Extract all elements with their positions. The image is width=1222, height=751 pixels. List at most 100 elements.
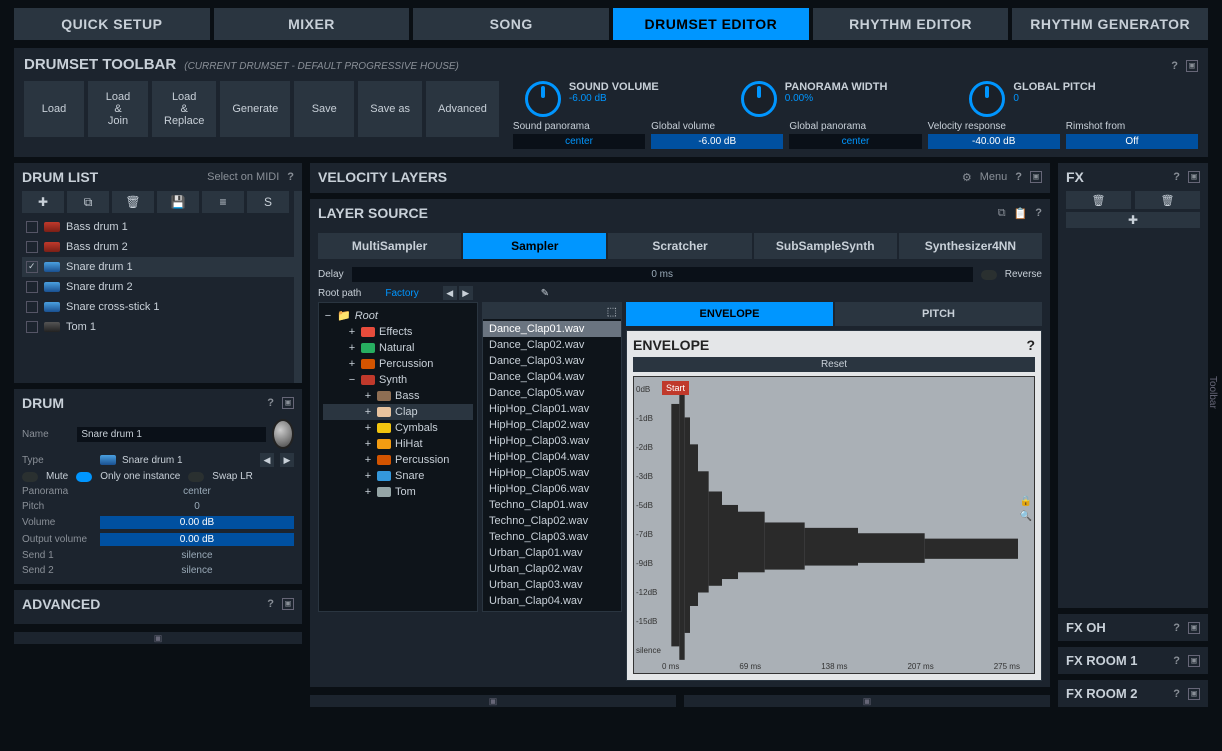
checkbox[interactable] [26,221,38,233]
row-value[interactable]: center [100,486,294,497]
tab-drumset-editor[interactable]: DRUMSET EDITOR [613,8,809,40]
tree-folder[interactable]: +Effects [323,324,473,340]
help-icon[interactable]: ? [1171,60,1178,72]
settings-icon[interactable]: ⚙ [962,171,972,184]
popout-icon[interactable]: ▣ [1188,622,1200,634]
source-tab-sampler[interactable]: Sampler [463,233,606,259]
knob[interactable] [741,81,777,117]
mute-toggle[interactable] [22,472,38,482]
cube-icon[interactable]: ⬚ [607,305,617,317]
trash-icon[interactable]: 🗑 [1066,191,1131,209]
help-icon[interactable]: ? [287,171,294,183]
popout-icon[interactable]: ▣ [1188,688,1200,700]
env-tab-envelope[interactable]: ENVELOPE [626,302,833,326]
help-icon[interactable]: ? [1173,655,1180,667]
checkbox[interactable] [26,321,38,333]
source-tab-multisampler[interactable]: MultiSampler [318,233,461,259]
knob[interactable] [525,81,561,117]
fx-oh-section[interactable]: FX OH ?▣ [1058,614,1208,641]
select-on-midi[interactable]: Select on MIDI [207,171,279,183]
checkbox[interactable] [26,281,38,293]
popout-icon[interactable]: ▣ [1188,171,1200,183]
side-toolbar-label[interactable]: Toolbar [1207,376,1218,409]
file-item[interactable]: Dance_Clap04.wav [483,369,621,385]
drum-item[interactable]: Tom 1 [22,317,294,337]
popout-icon[interactable]: ▣ [282,397,294,409]
file-item[interactable]: Urban_Clap02.wav [483,561,621,577]
waveform-display[interactable]: Start 0dB-1dB-2dB-3dB-5dB-7dB-9dB-12dB-1… [633,376,1035,674]
advanced-button[interactable]: Advanced [426,81,499,137]
tree-folder[interactable]: +Natural [323,340,473,356]
trash-icon[interactable]: 🗑 [1135,191,1200,209]
solo-icon[interactable]: S [247,191,289,213]
fx-room2-section[interactable]: FX ROOM 2 ?▣ [1058,680,1208,707]
tree-item[interactable]: +Percussion [323,452,473,468]
file-item[interactable]: Urban_Clap04.wav [483,593,621,609]
help-icon[interactable]: ? [1015,171,1022,184]
prev-icon[interactable]: ◀ [443,286,457,300]
tab-quick-setup[interactable]: QUICK SETUP [14,8,210,40]
param-value[interactable]: -6.00 dB [651,134,783,149]
load-button[interactable]: Load & Replace [152,81,216,137]
drum-dial[interactable] [272,419,294,449]
param-value[interactable]: center [513,134,645,149]
zoom-icon[interactable]: 🔍 [1020,511,1032,522]
param-value[interactable]: center [789,134,921,149]
prev-icon[interactable]: ◀ [260,453,274,467]
resize-handle[interactable]: ▣ [310,695,676,707]
param-value[interactable]: -40.00 dB [928,134,1060,149]
save-button[interactable]: Save [294,81,354,137]
file-item[interactable]: Dance_Clap02.wav [483,337,621,353]
help-icon[interactable]: ? [1173,622,1180,634]
checkbox[interactable] [26,301,38,313]
param-value[interactable]: Off [1066,134,1198,149]
file-item[interactable]: Urban_Clap03.wav [483,577,621,593]
file-item[interactable]: HipHop_Clap04.wav [483,449,621,465]
tree-item[interactable]: +Bass [323,388,473,404]
file-item[interactable]: Techno_Clap02.wav [483,513,621,529]
row-value[interactable]: 0 [100,501,294,512]
reverse-toggle[interactable] [981,270,997,280]
popout-icon[interactable]: ▣ [282,598,294,610]
load-button[interactable]: Load & Join [88,81,148,137]
tab-mixer[interactable]: MIXER [214,8,410,40]
knob[interactable] [969,81,1005,117]
file-item[interactable]: HipHop_Clap06.wav [483,481,621,497]
menu-button[interactable]: Menu [980,171,1008,184]
file-item[interactable]: HipHop_Clap01.wav [483,401,621,417]
popout-icon[interactable]: ▣ [1030,171,1042,183]
help-icon[interactable]: ? [267,397,274,409]
checkbox[interactable] [26,261,38,273]
swap-toggle[interactable] [188,472,204,482]
tab-rhythm-editor[interactable]: RHYTHM EDITOR [813,8,1009,40]
tree-folder[interactable]: +Percussion [323,356,473,372]
help-icon[interactable]: ? [1173,688,1180,700]
tab-song[interactable]: SONG [413,8,609,40]
popout-icon[interactable]: ▣ [1186,60,1198,72]
env-tab-pitch[interactable]: PITCH [835,302,1042,326]
drum-type-value[interactable]: Snare drum 1 [122,455,254,466]
only-one-toggle[interactable] [76,472,92,482]
file-item[interactable]: Urban_Clap01.wav [483,545,621,561]
source-tab-subsamplesynth[interactable]: SubSampleSynth [754,233,897,259]
generate-button[interactable]: Generate [220,81,290,137]
drum-item[interactable]: Bass drum 2 [22,237,294,257]
drum-item[interactable]: Bass drum 1 [22,217,294,237]
row-value[interactable]: 0.00 dB [100,533,294,546]
trash-icon[interactable]: 🗑 [112,191,154,213]
list-icon[interactable]: ≡ [202,191,244,213]
file-item[interactable]: HipHop_Clap02.wav [483,417,621,433]
lock-icon[interactable]: 🔒 [1020,496,1032,507]
reset-button[interactable]: Reset [633,357,1035,372]
paste-icon[interactable]: 📋 [1014,207,1028,220]
row-value[interactable]: silence [100,550,294,561]
file-item[interactable]: Techno_Clap03.wav [483,529,621,545]
checkbox[interactable] [26,241,38,253]
next-icon[interactable]: ▶ [280,453,294,467]
resize-handle[interactable]: ▣ [684,695,1050,707]
scrollbar[interactable] [294,191,302,383]
help-icon[interactable]: ? [1026,337,1035,353]
help-icon[interactable]: ? [267,598,274,610]
tree-folder[interactable]: −Synth [323,372,473,388]
drum-item[interactable]: Snare drum 2 [22,277,294,297]
